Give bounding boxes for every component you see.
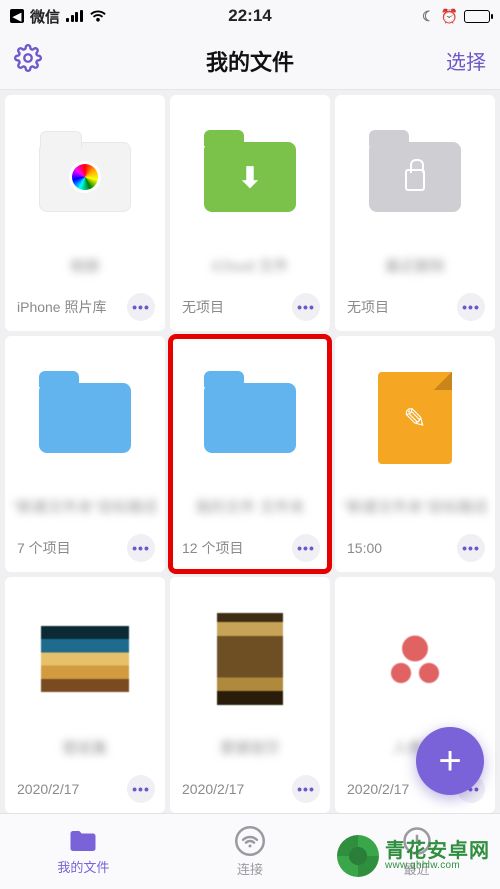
tab-my-files[interactable]: 我的文件	[0, 814, 167, 889]
tile-thumb	[5, 95, 165, 245]
image-thumbnail	[217, 613, 283, 705]
gear-icon	[14, 44, 42, 72]
document-icon: ✎	[378, 372, 452, 464]
tile-meta: 7 个项目	[17, 538, 71, 558]
tab-label: 连接	[237, 859, 263, 878]
tile-recently-deleted[interactable]: 最近删除 无项目 •••	[335, 95, 495, 331]
tile-thumb	[5, 577, 165, 727]
status-bar-time: 22:14	[170, 6, 330, 26]
tile-thumb	[335, 577, 495, 727]
folder-icon	[39, 383, 131, 453]
tile-photo-library[interactable]: 相册 iPhone 照片库 •••	[5, 95, 165, 331]
tile-meta: 2020/2/17	[182, 781, 244, 797]
tile-meta: 无项目	[182, 297, 224, 317]
navigation-bar: 我的文件 选择	[0, 32, 500, 90]
cellular-signal-icon	[66, 10, 83, 22]
watermark-logo-icon	[337, 835, 379, 877]
tile-label: 我的文件 文件夹	[170, 486, 330, 528]
lock-icon	[405, 169, 425, 191]
tile-meta: iPhone 照片库	[17, 297, 106, 317]
more-button[interactable]: •••	[292, 293, 320, 321]
folder-icon: ⬇	[204, 142, 296, 212]
tile-label: 蒙娜丽莎	[170, 727, 330, 769]
settings-button[interactable]	[14, 44, 42, 77]
download-icon: ⬇	[238, 161, 261, 194]
tab-connect[interactable]: 连接	[167, 814, 334, 889]
tile-meta: 无项目	[347, 297, 389, 317]
tile-label: 相册	[5, 245, 165, 287]
tile-thumb: ✎	[335, 336, 495, 486]
tile-meta: 2020/2/17	[17, 781, 79, 797]
tile-folder-highlighted[interactable]: 我的文件 文件夹 12 个项目 •••	[170, 336, 330, 572]
tile-meta: 12 个项目	[182, 538, 243, 558]
file-grid: 相册 iPhone 照片库 ••• ⬇ iCloud 文件 无项目 ••• 最近…	[0, 90, 500, 818]
battery-icon	[464, 10, 490, 23]
select-button[interactable]: 选择	[446, 46, 486, 75]
plus-icon: +	[438, 739, 461, 784]
tile-thumb	[170, 336, 330, 486]
tile-label: "新建文件夹"目标路径	[335, 486, 495, 528]
tile-thumb	[170, 577, 330, 727]
folder-icon	[39, 142, 131, 212]
add-button[interactable]: +	[416, 727, 484, 795]
watermark-url: www.qhhlw.com	[385, 861, 490, 871]
tile-icloud[interactable]: ⬇ iCloud 文件 无项目 •••	[170, 95, 330, 331]
tile-image-2[interactable]: 蒙娜丽莎 2020/2/17 •••	[170, 577, 330, 813]
more-button[interactable]: •••	[127, 293, 155, 321]
tile-label: "新建文件夹"目标路径	[5, 486, 165, 528]
page-title: 我的文件	[206, 45, 294, 77]
tile-meta: 15:00	[347, 540, 382, 556]
tile-label: 壁纸集	[5, 727, 165, 769]
more-button[interactable]: •••	[457, 293, 485, 321]
tile-folder-a[interactable]: "新建文件夹"目标路径 7 个项目 •••	[5, 336, 165, 572]
more-button[interactable]: •••	[127, 534, 155, 562]
tile-image-1[interactable]: 壁纸集 2020/2/17 •••	[5, 577, 165, 813]
status-bar-left: ◀ 微信	[10, 6, 170, 27]
folder-icon	[204, 383, 296, 453]
tile-thumb: ⬇	[170, 95, 330, 245]
folder-icon	[369, 142, 461, 212]
tile-thumb	[5, 336, 165, 486]
back-to-app-icon[interactable]: ◀	[10, 9, 24, 23]
watermark-name: 青花安卓网	[385, 841, 490, 861]
more-button[interactable]: •••	[292, 534, 320, 562]
status-bar-right: ☾ ⏰	[330, 8, 490, 25]
color-wheel-icon	[72, 164, 98, 190]
image-thumbnail	[380, 624, 450, 694]
folder-icon	[68, 828, 98, 854]
alarm-icon: ⏰	[441, 8, 458, 25]
more-button[interactable]: •••	[292, 775, 320, 803]
wifi-circle-icon	[235, 826, 265, 856]
tile-meta: 2020/2/17	[347, 781, 409, 797]
back-to-app-label[interactable]: 微信	[30, 6, 60, 27]
tab-label: 我的文件	[57, 857, 109, 876]
tile-document[interactable]: ✎ "新建文件夹"目标路径 15:00 •••	[335, 336, 495, 572]
image-thumbnail	[41, 626, 129, 692]
wifi-icon	[89, 9, 107, 23]
status-bar: ◀ 微信 22:14 ☾ ⏰	[0, 0, 500, 32]
tile-thumb	[335, 95, 495, 245]
tile-label: 最近删除	[335, 245, 495, 287]
do-not-disturb-icon: ☾	[422, 8, 435, 25]
more-button[interactable]: •••	[457, 534, 485, 562]
tile-label: iCloud 文件	[170, 245, 330, 287]
more-button[interactable]: •••	[127, 775, 155, 803]
watermark: 青花安卓网 www.qhhlw.com	[337, 835, 490, 877]
